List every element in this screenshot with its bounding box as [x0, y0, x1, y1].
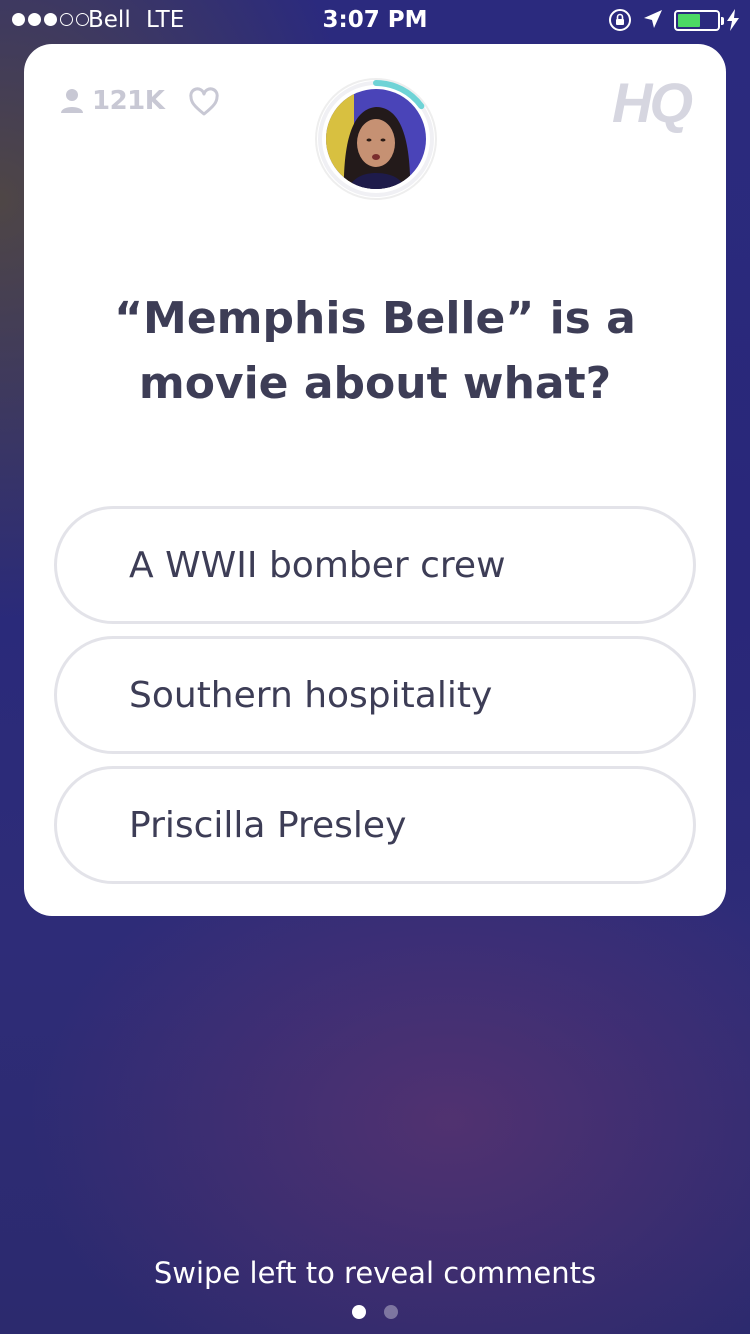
- answer-label: Southern hospitality: [129, 674, 493, 716]
- answer-option[interactable]: A WWII bomber crew: [54, 506, 696, 624]
- swipe-hint: Swipe left to reveal comments: [153, 1256, 597, 1290]
- person-icon: [61, 89, 83, 113]
- location-arrow-icon: [644, 10, 662, 28]
- answer-label: A WWII bomber crew: [129, 544, 506, 586]
- host-video-avatar: [315, 78, 437, 200]
- status-time: 3:07 PM: [322, 7, 428, 33]
- viewer-count: 121K: [92, 86, 165, 116]
- page-indicator[interactable]: [0, 1305, 750, 1319]
- question-card: 121K HQ “Memphis Belle” is a movie about…: [24, 44, 726, 916]
- battery-icon: [674, 10, 724, 31]
- question-text: “Memphis Belle” is a movie about what?: [114, 293, 636, 409]
- answer-option[interactable]: Priscilla Presley: [54, 766, 696, 884]
- rotation-lock-icon: [609, 9, 631, 31]
- battery-level: [678, 14, 701, 27]
- status-bar: Bell LTE 3:07 PM: [0, 0, 750, 40]
- page-dot[interactable]: [384, 1305, 398, 1319]
- answer-label: Priscilla Presley: [129, 804, 407, 846]
- charging-bolt-icon: [727, 9, 739, 31]
- heart-icon[interactable]: [188, 87, 220, 117]
- hq-logo: HQ: [612, 71, 693, 134]
- viewer-counter: 121K: [60, 86, 165, 116]
- answer-option[interactable]: Southern hospitality: [54, 636, 696, 754]
- page-dot[interactable]: [352, 1305, 366, 1319]
